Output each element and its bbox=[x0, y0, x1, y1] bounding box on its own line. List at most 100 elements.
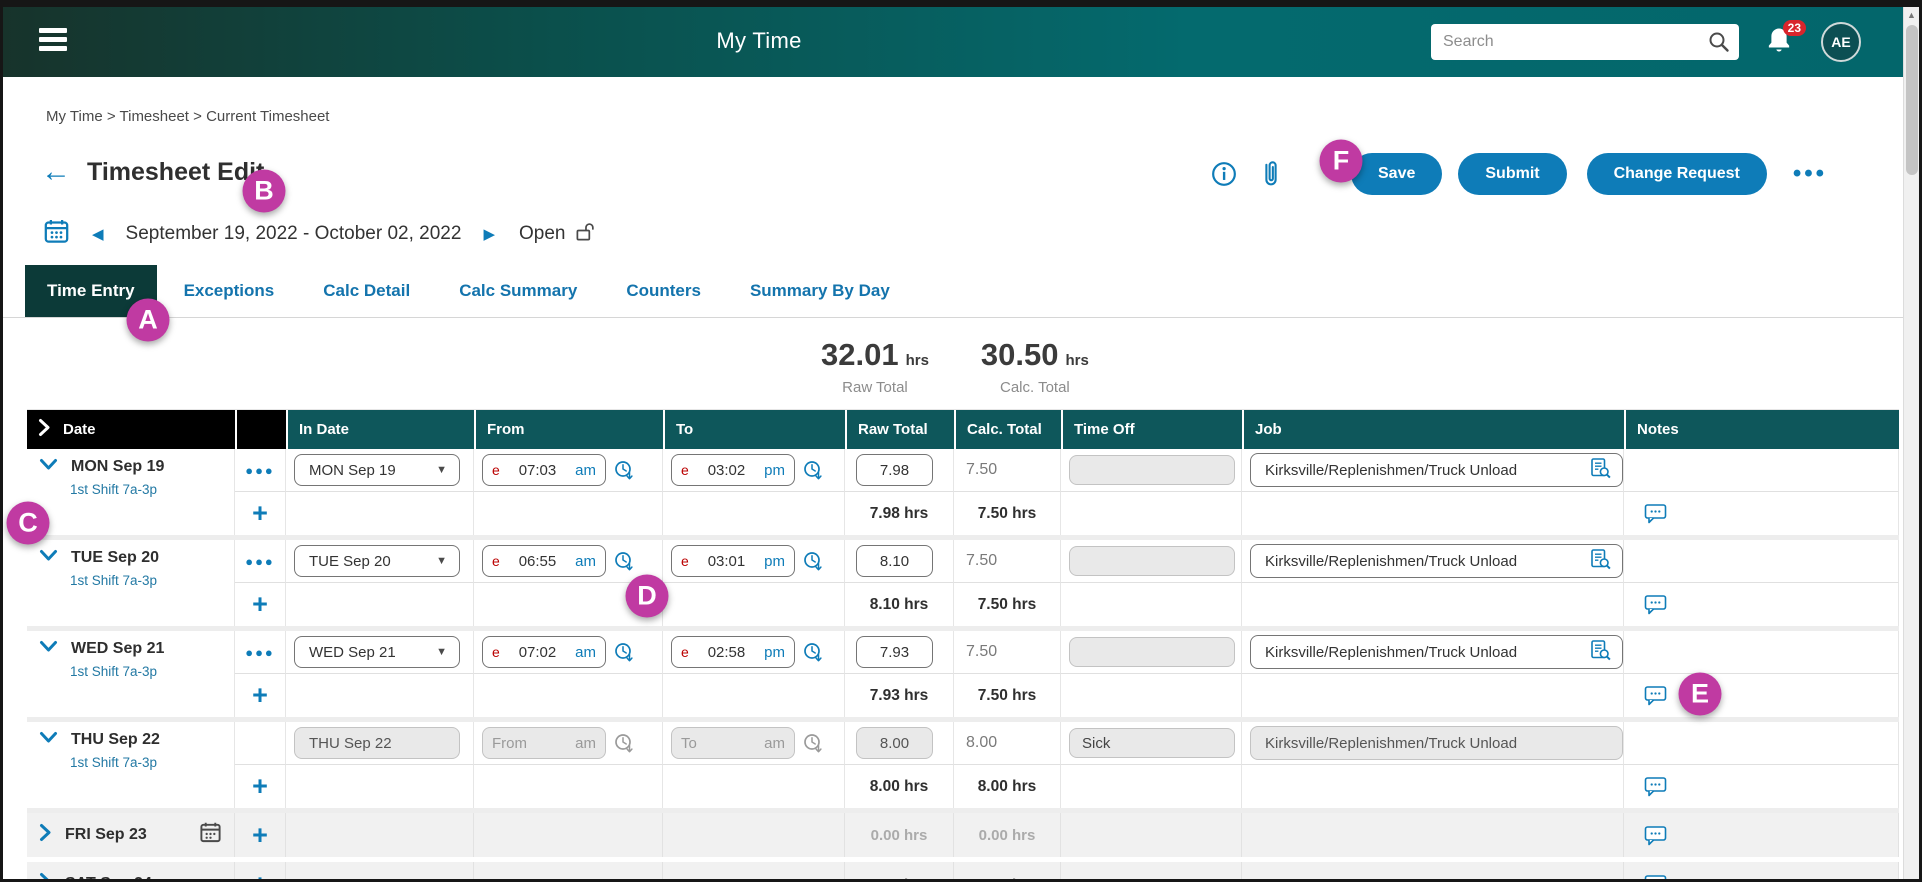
shift-link[interactable]: 1st Shift 7a-3p bbox=[70, 664, 157, 679]
paperclip-icon[interactable] bbox=[1261, 159, 1281, 189]
timesheet-table: Date In Date From To Raw Total Calc. Total Tim… bbox=[27, 409, 1899, 880]
schedule-calendar-icon[interactable] bbox=[199, 821, 222, 849]
raw-total-input[interactable]: 7.98 bbox=[856, 454, 933, 486]
job-input[interactable]: Kirksville/Replenishmen/Truck Unload bbox=[1250, 544, 1623, 578]
collapse-day-icon[interactable] bbox=[39, 549, 58, 567]
notes-cell bbox=[1624, 862, 1899, 879]
date-cell: MON Sep 19 1st Shift 7a-3p bbox=[27, 449, 235, 535]
tab-exceptions[interactable]: Exceptions bbox=[184, 265, 275, 317]
to-time-input[interactable]: To am bbox=[671, 727, 795, 759]
job-lookup-icon[interactable] bbox=[1589, 639, 1612, 666]
to-time-input[interactable]: e 02:58 pm bbox=[671, 636, 795, 668]
dropdown-caret-icon: ▼ bbox=[436, 464, 447, 476]
day-calc-total: 0.00 hrs bbox=[978, 826, 1036, 844]
clock-recalc-icon[interactable] bbox=[613, 732, 636, 755]
row-menu-button[interactable]: ●●● bbox=[235, 463, 285, 478]
menu-icon[interactable] bbox=[39, 28, 67, 54]
breadcrumb-item-current-timesheet[interactable]: Current Timesheet bbox=[206, 108, 329, 125]
back-arrow-icon[interactable]: ← bbox=[41, 157, 71, 187]
raw-total-input[interactable]: 7.93 bbox=[856, 636, 933, 668]
search-icon[interactable] bbox=[1707, 30, 1731, 59]
from-cell: e 07:03 am bbox=[474, 449, 663, 492]
tab-calc-summary[interactable]: Calc Summary bbox=[459, 265, 577, 317]
save-button[interactable]: Save bbox=[1351, 153, 1443, 195]
tab-counters[interactable]: Counters bbox=[626, 265, 701, 317]
from-time-input[interactable]: e 07:03 am bbox=[482, 454, 606, 486]
day-raw-total: 0.00 hrs bbox=[845, 876, 953, 880]
job-input[interactable]: Kirksville/Replenishmen/Truck Unload bbox=[1250, 453, 1623, 487]
table-header-row: Date In Date From To Raw Total Calc. Total Tim… bbox=[27, 410, 1899, 449]
row-menu-button[interactable]: ●●● bbox=[235, 554, 285, 569]
breadcrumb-item-my-time[interactable]: My Time bbox=[46, 108, 103, 125]
add-entry-button[interactable]: + bbox=[235, 870, 285, 879]
job-lookup-icon[interactable] bbox=[1589, 457, 1612, 484]
comment-icon[interactable] bbox=[1644, 825, 1667, 846]
collapse-day-icon[interactable] bbox=[39, 731, 58, 749]
collapse-all-icon[interactable] bbox=[38, 418, 51, 441]
shift-link[interactable]: 1st Shift 7a-3p bbox=[70, 482, 157, 497]
next-period-button[interactable]: ▶ bbox=[483, 225, 495, 243]
search-input[interactable] bbox=[1431, 24, 1739, 60]
in-date-select[interactable]: THU Sep 22 bbox=[294, 727, 460, 759]
add-entry-button[interactable]: + bbox=[235, 682, 285, 709]
from-time-input[interactable]: From am bbox=[482, 727, 606, 759]
clock-recalc-icon[interactable] bbox=[802, 641, 825, 664]
to-time-input[interactable]: e 03:02 pm bbox=[671, 454, 795, 486]
shift-link[interactable]: 1st Shift 7a-3p bbox=[70, 755, 157, 770]
info-icon[interactable] bbox=[1211, 161, 1237, 187]
time-off-input[interactable]: Sick bbox=[1069, 728, 1235, 758]
shift-link[interactable]: 1st Shift 7a-3p bbox=[70, 573, 157, 588]
prev-period-button[interactable]: ◀ bbox=[92, 225, 104, 243]
scroll-up-icon[interactable]: ▲ bbox=[1904, 7, 1919, 23]
job-lookup-icon[interactable] bbox=[1589, 548, 1612, 575]
in-date-cell: THU Sep 22 bbox=[286, 722, 474, 765]
more-dots-icon[interactable]: ••• bbox=[1793, 160, 1827, 188]
add-entry-button[interactable]: + bbox=[235, 821, 285, 849]
collapse-day-icon[interactable] bbox=[39, 458, 58, 476]
clock-recalc-icon[interactable] bbox=[613, 550, 636, 573]
raw-total-input[interactable]: 8.10 bbox=[856, 545, 933, 577]
avatar[interactable]: AE bbox=[1821, 22, 1861, 62]
from-time-input[interactable]: e 06:55 am bbox=[482, 545, 606, 577]
spacer-cell bbox=[663, 765, 845, 808]
tab-calc-detail[interactable]: Calc Detail bbox=[323, 265, 410, 317]
from-time-input[interactable]: e 07:02 am bbox=[482, 636, 606, 668]
change-request-button[interactable]: Change Request bbox=[1586, 153, 1767, 195]
clock-recalc-icon[interactable] bbox=[613, 459, 636, 482]
expand-day-icon[interactable] bbox=[39, 823, 52, 847]
submit-button[interactable]: Submit bbox=[1458, 153, 1567, 195]
breadcrumb-item-timesheet[interactable]: Timesheet bbox=[120, 108, 189, 125]
in-date-select[interactable]: WED Sep 21 ▼ bbox=[294, 636, 460, 668]
in-date-select[interactable]: MON Sep 19 ▼ bbox=[294, 454, 460, 486]
clock-recalc-icon[interactable] bbox=[802, 550, 825, 573]
in-date-select[interactable]: TUE Sep 20 ▼ bbox=[294, 545, 460, 577]
vertical-scrollbar[interactable]: ▲ bbox=[1903, 7, 1919, 879]
scrollbar-thumb[interactable] bbox=[1906, 25, 1918, 175]
tab-summary-by-day[interactable]: Summary By Day bbox=[750, 265, 890, 317]
time-off-input[interactable] bbox=[1069, 455, 1235, 485]
comment-icon[interactable] bbox=[1644, 776, 1667, 797]
job-input[interactable]: Kirksville/Replenishmen/Truck Unload bbox=[1250, 726, 1623, 760]
expand-day-icon[interactable] bbox=[39, 872, 52, 879]
clock-recalc-icon[interactable] bbox=[802, 732, 825, 755]
add-entry-button[interactable]: + bbox=[235, 773, 285, 800]
clock-recalc-icon[interactable] bbox=[802, 459, 825, 482]
raw-total-input[interactable]: 8.00 bbox=[856, 727, 933, 759]
calendar-icon[interactable] bbox=[43, 218, 70, 250]
collapse-day-icon[interactable] bbox=[39, 640, 58, 658]
job-input[interactable]: Kirksville/Replenishmen/Truck Unload bbox=[1250, 635, 1623, 669]
notifications-button[interactable]: 23 bbox=[1765, 20, 1806, 58]
comment-icon[interactable] bbox=[1644, 594, 1667, 615]
comment-icon[interactable] bbox=[1644, 685, 1667, 706]
time-off-input[interactable] bbox=[1069, 546, 1235, 576]
clock-recalc-icon[interactable] bbox=[613, 641, 636, 664]
add-entry-button[interactable]: + bbox=[235, 500, 285, 527]
add-entry-button[interactable]: + bbox=[235, 591, 285, 618]
comment-icon[interactable] bbox=[1644, 503, 1667, 524]
time-off-input[interactable] bbox=[1069, 637, 1235, 667]
day-calc-total-cell: 0.00 hrs bbox=[954, 813, 1061, 857]
row-menu-button[interactable]: ●●● bbox=[235, 645, 285, 660]
comment-icon[interactable] bbox=[1644, 874, 1667, 879]
spacer-cell bbox=[286, 765, 474, 808]
to-time-input[interactable]: e 03:01 pm bbox=[671, 545, 795, 577]
